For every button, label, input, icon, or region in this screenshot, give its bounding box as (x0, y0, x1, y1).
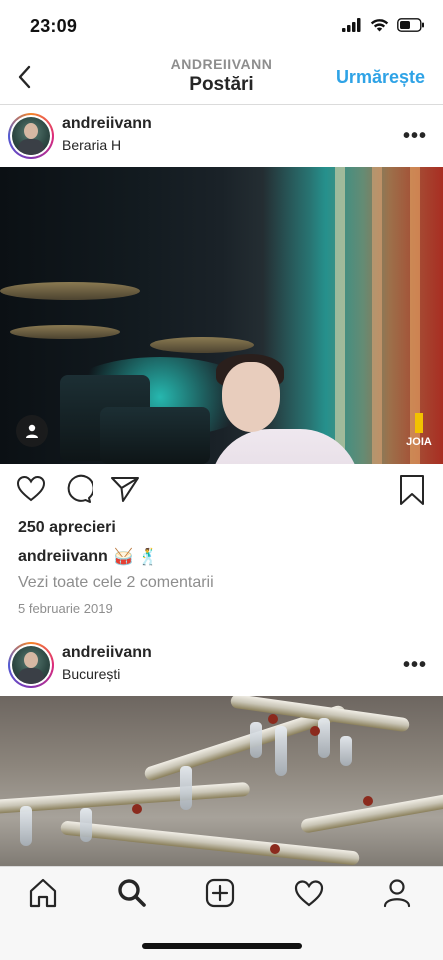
avatar[interactable] (8, 642, 54, 688)
comment-icon (67, 474, 95, 503)
home-icon (29, 878, 57, 908)
tab-profile[interactable] (381, 877, 415, 911)
signal-icon (342, 18, 362, 37)
tab-search[interactable] (116, 877, 150, 911)
home-indicator[interactable] (142, 943, 302, 949)
tab-home[interactable] (27, 877, 61, 911)
caption-username[interactable]: andreiivann (18, 548, 108, 566)
likes-count[interactable]: 250 aprecieri (18, 519, 116, 537)
like-button[interactable] (16, 474, 48, 506)
tab-new-post[interactable] (204, 877, 238, 911)
follow-button[interactable]: Urmărește (336, 67, 425, 88)
post-actions (0, 474, 443, 510)
save-button[interactable] (398, 474, 430, 506)
bookmark-icon (400, 475, 424, 505)
more-options-icon[interactable]: ••• (403, 654, 427, 677)
search-icon (118, 879, 146, 907)
share-icon (111, 477, 139, 502)
status-time: 23:09 (30, 16, 78, 36)
status-bar: 23:09 (0, 0, 443, 50)
post-photo[interactable]: JOIA (0, 167, 443, 464)
caption-text: 🥁 🕺 (113, 549, 159, 566)
battery-icon (397, 18, 425, 37)
wifi-icon (370, 18, 389, 37)
add-post-icon (205, 878, 235, 908)
comment-button[interactable] (63, 474, 95, 506)
view-comments-link[interactable]: Vezi toate cele 2 comentarii (18, 574, 214, 592)
post-header: andreiivann Beraria H ••• (0, 105, 443, 167)
nav-header: ANDREIIVANN Postări Urmărește (0, 50, 443, 105)
venue-logo: JOIA (401, 413, 437, 461)
post-photo[interactable] (0, 696, 443, 870)
post-location[interactable]: Beraria H (62, 137, 121, 153)
post-location[interactable]: București (62, 666, 120, 682)
post-header: andreiivann București ••• (0, 634, 443, 696)
heart-icon (16, 475, 46, 502)
app-screen: 23:09 ANDREIIVANN Postări Urmărește andr… (0, 0, 443, 960)
status-icons (342, 18, 425, 37)
post-username[interactable]: andreiivann (62, 644, 152, 662)
post-caption: andreiivann 🥁 🕺 (18, 547, 158, 567)
post-username[interactable]: andreiivann (62, 115, 152, 133)
avatar[interactable] (8, 113, 54, 159)
tab-activity[interactable] (293, 877, 327, 911)
more-options-icon[interactable]: ••• (403, 125, 427, 148)
tagged-user-icon[interactable] (16, 415, 48, 447)
post-date: 5 februarie 2019 (18, 601, 113, 616)
activity-icon (294, 880, 324, 907)
profile-icon (383, 879, 411, 908)
share-button[interactable] (110, 474, 142, 506)
